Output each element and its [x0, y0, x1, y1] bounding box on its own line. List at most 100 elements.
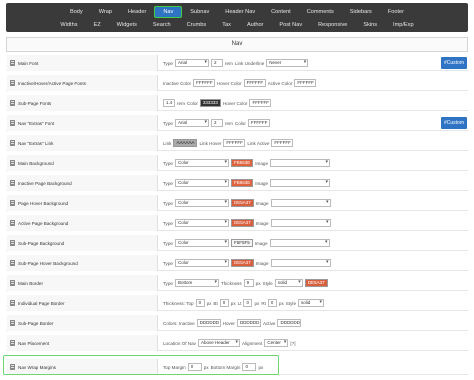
text-field[interactable]: FFFFFF	[249, 99, 272, 107]
tab-header[interactable]: Header	[120, 6, 154, 18]
select-dropdown[interactable]: Color	[174, 239, 229, 247]
text-field[interactable]: DDDDDD	[196, 319, 221, 327]
text-field[interactable]: 0	[195, 299, 205, 307]
text-field[interactable]: FFFFFF	[243, 79, 266, 87]
setting-row-sub-page-fonts: Sub-Page Fonts 1.4 rem Color 333333 Hover Col…	[6, 95, 468, 111]
text-field[interactable]: FFFFFF	[271, 139, 294, 147]
color-swatch-field[interactable]: 333333	[199, 99, 221, 107]
edit-icon[interactable]	[10, 340, 15, 346]
edit-icon[interactable]	[10, 120, 15, 126]
select-dropdown[interactable]: Bottom	[174, 279, 219, 287]
edit-icon[interactable]	[10, 320, 15, 326]
tab-widgets[interactable]: Widgets	[109, 19, 145, 31]
setting-label: Nav Placement	[7, 335, 158, 351]
setting-label: Sub-Page Fonts	[7, 95, 158, 111]
text-field[interactable]: FFFFFF	[193, 79, 216, 87]
tab-sidebars[interactable]: Sidebars	[342, 6, 380, 18]
field-label: Active	[262, 320, 276, 326]
select-dropdown[interactable]: Color	[174, 179, 229, 187]
tab-content[interactable]: Content	[263, 6, 299, 18]
setting-row-nav-extras-font: Nav "Extras" Font TypeArial2remColorFFFFF…	[6, 115, 468, 131]
text-field[interactable]: DDDDDD	[236, 319, 261, 327]
select-dropdown[interactable]: Center	[264, 339, 289, 347]
select-dropdown[interactable]	[270, 179, 331, 187]
text-field[interactable]: FFFFFF	[223, 139, 246, 147]
select-dropdown[interactable]: Color	[174, 159, 229, 167]
select-dropdown[interactable]: Never	[266, 59, 309, 67]
custom-css-button[interactable]: #Custom	[441, 117, 467, 129]
tab-search[interactable]: Search	[145, 19, 179, 31]
tab-widths[interactable]: Widths	[52, 19, 85, 31]
text-field[interactable]: 9	[243, 279, 254, 287]
edit-icon[interactable]	[10, 80, 15, 86]
edit-icon[interactable]	[10, 280, 15, 286]
color-swatch-field[interactable]: AAAAAA	[173, 139, 198, 147]
tab-nav[interactable]: Nav	[154, 5, 183, 18]
select-dropdown[interactable]: Arial	[174, 119, 209, 127]
select-dropdown[interactable]: Arial	[174, 59, 209, 67]
text-field[interactable]: 0	[243, 299, 253, 307]
color-swatch-field[interactable]: FB663E	[230, 179, 254, 187]
edit-icon[interactable]	[10, 300, 15, 306]
select-dropdown[interactable]: Color	[174, 259, 229, 267]
setting-label: Main Border	[7, 275, 158, 291]
text-field[interactable]: 2	[210, 59, 223, 67]
tab-author[interactable]: Author	[239, 19, 271, 31]
tab-comments[interactable]: Comments	[299, 6, 342, 18]
tab-header-nav[interactable]: Header Nav	[217, 6, 263, 18]
custom-css-button[interactable]: #Custom	[441, 57, 467, 69]
field-label[interactable]: [?]	[290, 341, 295, 346]
text-field[interactable]: 1.4	[163, 99, 175, 107]
edit-icon[interactable]	[10, 260, 15, 266]
select-dropdown[interactable]	[270, 199, 331, 207]
select-dropdown[interactable]	[269, 239, 330, 247]
setting-label-text: Main Border	[18, 280, 44, 286]
field-label: Type	[163, 260, 173, 266]
tab-tax[interactable]: Tax	[214, 19, 239, 31]
tab-ez[interactable]: EZ	[86, 19, 109, 31]
text-field[interactable]: 0	[219, 299, 229, 307]
color-swatch-field[interactable]: DE5A37	[304, 279, 328, 287]
tab-footer[interactable]: Footer	[380, 6, 412, 18]
tab-body[interactable]: Body	[62, 6, 91, 18]
edit-icon[interactable]	[10, 240, 15, 246]
text-field[interactable]: FFFFFF	[294, 79, 317, 87]
edit-icon[interactable]	[10, 100, 15, 106]
setting-label: Sub-Page Background	[7, 235, 158, 251]
text-field[interactable]: FFFFFF	[247, 119, 270, 127]
tab-subnav[interactable]: Subnav	[182, 6, 217, 18]
text-field[interactable]: DDDDDD	[277, 319, 302, 327]
tab-responsive[interactable]: Responsive	[310, 19, 355, 31]
field-label: Hover	[222, 320, 235, 326]
field-label: Link Hover	[199, 140, 222, 146]
edit-icon[interactable]	[10, 180, 15, 186]
tab-post-nav[interactable]: Post Nav	[271, 19, 310, 31]
text-field[interactable]: 0	[267, 299, 277, 307]
select-dropdown[interactable]: solid	[298, 299, 324, 307]
setting-controls: Inactive Color FFFFFF Hover Color FFFFFF Act…	[163, 75, 317, 91]
edit-icon[interactable]	[10, 140, 15, 146]
select-dropdown[interactable]: Color	[174, 219, 229, 227]
select-dropdown[interactable]: solid	[274, 279, 303, 287]
select-dropdown[interactable]: Above Header	[197, 339, 240, 347]
select-dropdown[interactable]	[270, 219, 331, 227]
edit-icon[interactable]	[10, 200, 15, 206]
color-swatch-field[interactable]: DE5A37	[230, 219, 254, 227]
edit-icon[interactable]	[10, 60, 15, 66]
field-label: Type	[163, 180, 173, 186]
color-swatch-field[interactable]: DE5A37	[230, 259, 254, 267]
tab-wrap[interactable]: Wrap	[91, 6, 120, 18]
text-field[interactable]: 2	[210, 119, 223, 127]
color-swatch-field[interactable]: F5F5F5	[230, 239, 253, 247]
edit-icon[interactable]	[10, 220, 15, 226]
color-swatch-field[interactable]: FB663E	[230, 159, 254, 167]
select-dropdown[interactable]	[270, 259, 331, 267]
color-swatch-field[interactable]: DE5A37	[230, 199, 254, 207]
tab-imp-exp[interactable]: Imp/Exp	[385, 19, 422, 31]
select-dropdown[interactable]: Color	[174, 199, 229, 207]
tab-crumbs[interactable]: Crumbs	[179, 19, 215, 31]
select-dropdown[interactable]	[270, 159, 331, 167]
setting-row-sub-page-hover-background: Sub-Page Hover Background TypeColorDE5A37…	[6, 255, 468, 271]
edit-icon[interactable]	[10, 160, 15, 166]
tab-skins[interactable]: Skins	[355, 19, 385, 31]
